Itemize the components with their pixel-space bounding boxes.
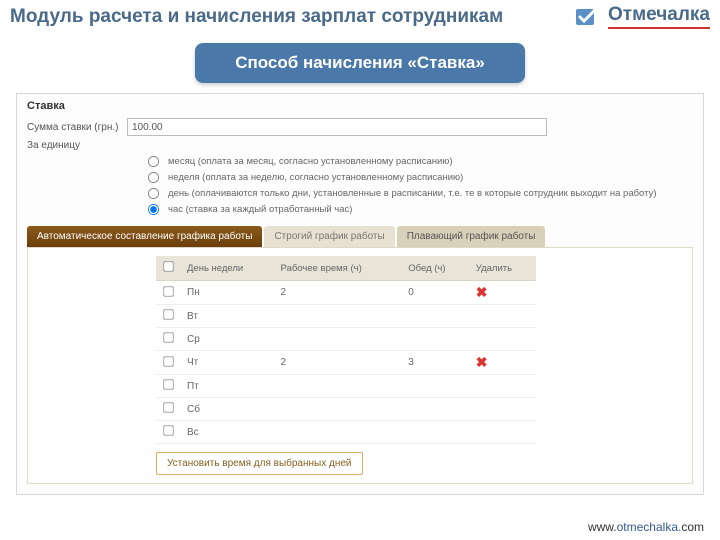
row-check[interactable] [163,286,173,296]
subtitle: Способ начисления «Ставка» [195,43,525,83]
amount-label: Сумма ставки (грн.) [27,122,127,133]
radio-week[interactable] [148,172,159,183]
cell-del: ✖ [470,351,536,375]
cell-del [470,305,536,328]
cell-lunch: 0 [402,281,470,305]
cell-lunch [402,421,470,444]
set-time-button[interactable]: Установить время для выбранных дней [156,452,363,475]
row-check[interactable] [163,309,173,319]
cell-del: ✖ [470,281,536,305]
logo-check-icon [574,5,602,29]
table-row: Пт [156,375,536,398]
header-bar: Модуль расчета и начисления зарплат сотр… [0,0,720,37]
cell-lunch [402,375,470,398]
cell-work [275,398,403,421]
period-option-day[interactable]: день (оплачиваются только дни, установле… [147,187,693,200]
amount-row: Сумма ставки (грн.) [27,118,693,136]
period-option-week[interactable]: неделя (оплата за неделю, согласно устан… [147,171,693,184]
period-text-week: неделя (оплата за неделю, согласно устан… [168,172,463,183]
page-title: Модуль расчета и начисления зарплат сотр… [10,6,568,28]
cell-day: Вт [181,305,275,328]
table-row: Пн20 ✖ [156,281,536,305]
tab-bar: Автоматическое составление графика работ… [27,226,693,247]
th-work: Рабочее время (ч) [275,256,403,281]
th-check [156,256,181,281]
delete-icon[interactable]: ✖ [476,284,488,300]
cell-work [275,328,403,351]
radio-day[interactable] [148,188,159,199]
tab-float[interactable]: Плавающий график работы [397,226,546,247]
th-del: Удалить [470,256,536,281]
schedule-table: День недели Рабочее время (ч) Обед (ч) У… [156,256,536,444]
period-row: За единицу [27,140,693,151]
footer-suffix: com [681,520,704,534]
row-check[interactable] [163,425,173,435]
period-text-day: день (оплачиваются только дни, установле… [168,188,657,199]
tab-auto[interactable]: Автоматическое составление графика работ… [27,226,262,247]
brand-name: Отмечалка [608,4,710,29]
amount-input[interactable] [127,118,547,136]
cell-lunch [402,328,470,351]
radio-hour[interactable] [148,204,159,215]
th-lunch: Обед (ч) [402,256,470,281]
row-check[interactable] [163,379,173,389]
cell-day: Пт [181,375,275,398]
subtitle-container: Способ начисления «Ставка» [0,43,720,83]
cell-day: Сб [181,398,275,421]
check-all[interactable] [163,261,173,271]
cell-work: 2 [275,281,403,305]
cell-day: Чт [181,351,275,375]
schedule-panel: День недели Рабочее время (ч) Обед (ч) У… [27,247,693,484]
footer-domain: otmechalka. [617,520,682,534]
cell-lunch [402,305,470,328]
cell-lunch: 3 [402,351,470,375]
panel-title: Ставка [27,100,693,112]
cell-del [470,328,536,351]
table-row: Чт23 ✖ [156,351,536,375]
row-check[interactable] [163,402,173,412]
table-header-row: День недели Рабочее время (ч) Обед (ч) У… [156,256,536,281]
cell-lunch [402,398,470,421]
delete-icon[interactable]: ✖ [476,354,488,370]
cell-work [275,375,403,398]
table-row: Вс [156,421,536,444]
cell-del [470,398,536,421]
cell-day: Вс [181,421,275,444]
period-text-month: месяц (оплата за месяц, согласно установ… [168,156,453,167]
cell-work [275,305,403,328]
cell-day: Ср [181,328,275,351]
th-day: День недели [181,256,275,281]
period-label: За единицу [27,140,127,151]
tab-strict[interactable]: Строгий график работы [264,226,394,247]
rate-panel: Ставка Сумма ставки (грн.) За единицу ме… [16,93,704,495]
row-check[interactable] [163,356,173,366]
period-text-hour: час (ставка за каждый отработанный час) [168,204,352,215]
cell-day: Пн [181,281,275,305]
cell-del [470,375,536,398]
radio-month[interactable] [148,156,159,167]
footer-url: www.otmechalka.com [588,520,704,534]
table-row: Ср [156,328,536,351]
footer-prefix: www. [588,520,617,534]
cell-work [275,421,403,444]
row-check[interactable] [163,332,173,342]
period-option-hour[interactable]: час (ставка за каждый отработанный час) [147,203,693,216]
table-row: Сб [156,398,536,421]
cell-del [470,421,536,444]
period-option-month[interactable]: месяц (оплата за месяц, согласно установ… [147,155,693,168]
cell-work: 2 [275,351,403,375]
table-row: Вт [156,305,536,328]
